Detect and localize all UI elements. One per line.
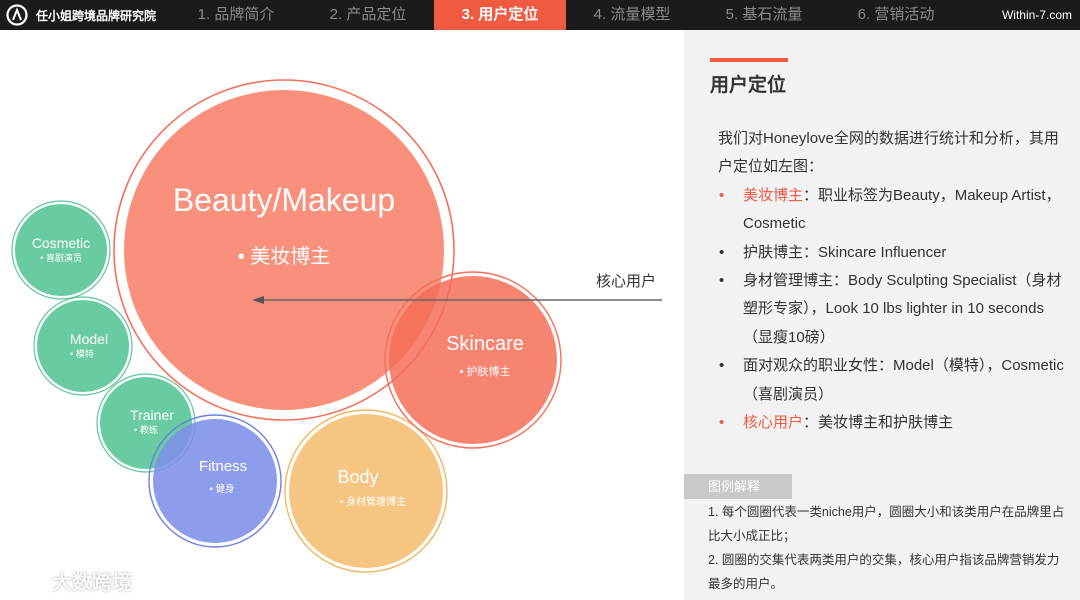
bullet-beauty: • 美妆博主：职业标签为Beauty，Makeup Artist，Cosmeti…: [718, 182, 1068, 239]
tab-marketing[interactable]: 6. 营销活动: [830, 0, 962, 30]
bullet-dot: •: [719, 186, 725, 204]
tab-traffic-model[interactable]: 4. 流量模型: [566, 0, 698, 30]
core-user-arrow-label: 核心用户: [596, 273, 657, 290]
bullet-highlight: 核心用户: [743, 414, 804, 432]
skincare-subtitle: • 护肤博主: [459, 366, 511, 378]
top-nav-bar: 任小姐跨境品牌研究院 1. 品牌简介 2. 产品定位 3. 用户定位 4. 流量…: [0, 0, 1080, 30]
bullet-core: • 核心用户：美妆博主和护肤博主: [718, 409, 1068, 437]
description-panel: 用户定位 我们对Honeylove全网的数据进行统计和分析，其用户定位如左图： …: [684, 30, 1080, 600]
bubble-body: [289, 414, 443, 568]
bullet-text: ：美妆博主和护肤博主: [803, 414, 954, 432]
bullet-highlight: 美妆博主: [743, 186, 804, 204]
brand[interactable]: 任小姐跨境品牌研究院: [0, 0, 170, 30]
legend-text: 1. 每个圆圈代表一类niche用户，圆圈大小和该类用户在品牌里占比大小成正比；…: [708, 500, 1068, 596]
description: 我们对Honeylove全网的数据进行统计和分析，其用户定位如左图： • 美妆博…: [718, 125, 1068, 437]
watermark: 大数跨境: [8, 566, 132, 595]
bullet-dot: •: [719, 272, 725, 290]
body-subtitle: • 身材管理博主: [339, 497, 407, 508]
trainer-subtitle: • 教练: [134, 425, 158, 435]
brand-name: 任小姐跨境品牌研究院: [36, 9, 157, 23]
tab-user-positioning[interactable]: 3. 用户定位: [434, 0, 566, 30]
user-bubble-diagram: Beauty/Makeup • 美妆博主 Skincare • 护肤博主 Cos…: [0, 30, 684, 600]
bullet-body: • 身材管理博主：Body Sculpting Specialist（身材塑形专…: [718, 267, 1068, 352]
page-title: 用户定位: [710, 75, 787, 96]
tab-base-traffic[interactable]: 5. 基石流量: [698, 0, 830, 30]
bullet-skincare: • 护肤博主：Skincare Influencer: [718, 239, 1068, 267]
bubble-skincare: [389, 276, 557, 444]
tab-brand-intro[interactable]: 1. 品牌简介: [170, 0, 302, 30]
trainer-title: Trainer: [130, 407, 174, 423]
bullet-text: 护肤博主：Skincare Influencer: [743, 243, 947, 261]
bullet-text: 面对观众的职业女性：Model（模特），Cosmetic（喜剧演员）: [743, 357, 1064, 403]
brand-logo-icon: [6, 4, 28, 26]
watermark-logo-icon: [10, 572, 46, 589]
tab-product-positioning[interactable]: 2. 产品定位: [302, 0, 434, 30]
bullet-dot: •: [719, 243, 725, 261]
bullet-dot: •: [719, 357, 725, 375]
bullet-text: 身材管理博主：Body Sculpting Specialist（身材塑形专家）…: [743, 272, 1062, 346]
beauty-subtitle: • 美妆博主: [237, 246, 331, 268]
model-title: Model: [69, 331, 109, 347]
watermark-text: 大数跨境: [52, 572, 132, 594]
title-accent-bar: [710, 58, 788, 62]
model-subtitle: • 模特: [70, 349, 94, 359]
cosmetic-title: Cosmetic: [31, 235, 91, 251]
legend-line: 2. 圆圈的交集代表两类用户的交集，核心用户指该品牌营销发力最多的用户。: [708, 553, 1060, 591]
legend-line: 1. 每个圆圈代表一类niche用户，圆圈大小和该类用户在品牌里占比大小成正比；: [708, 505, 1065, 543]
site-link[interactable]: Within-7.com: [1002, 0, 1072, 30]
beauty-title: Beauty/Makeup: [172, 182, 396, 218]
fitness-title: Fitness: [198, 458, 248, 475]
legend-tag: 图例解释: [684, 474, 792, 499]
bullet-professional: • 面对观众的职业女性：Model（模特），Cosmetic（喜剧演员）: [718, 352, 1068, 409]
intro-text: 我们对Honeylove全网的数据进行统计和分析，其用户定位如左图：: [718, 130, 1059, 176]
skincare-title: Skincare: [446, 333, 524, 355]
fitness-subtitle: • 健身: [209, 484, 235, 495]
bullet-dot: •: [719, 414, 725, 432]
cosmetic-subtitle: • 喜剧演员: [40, 253, 82, 263]
body-title: Body: [337, 467, 379, 487]
bubble-chart: [11, 79, 662, 573]
